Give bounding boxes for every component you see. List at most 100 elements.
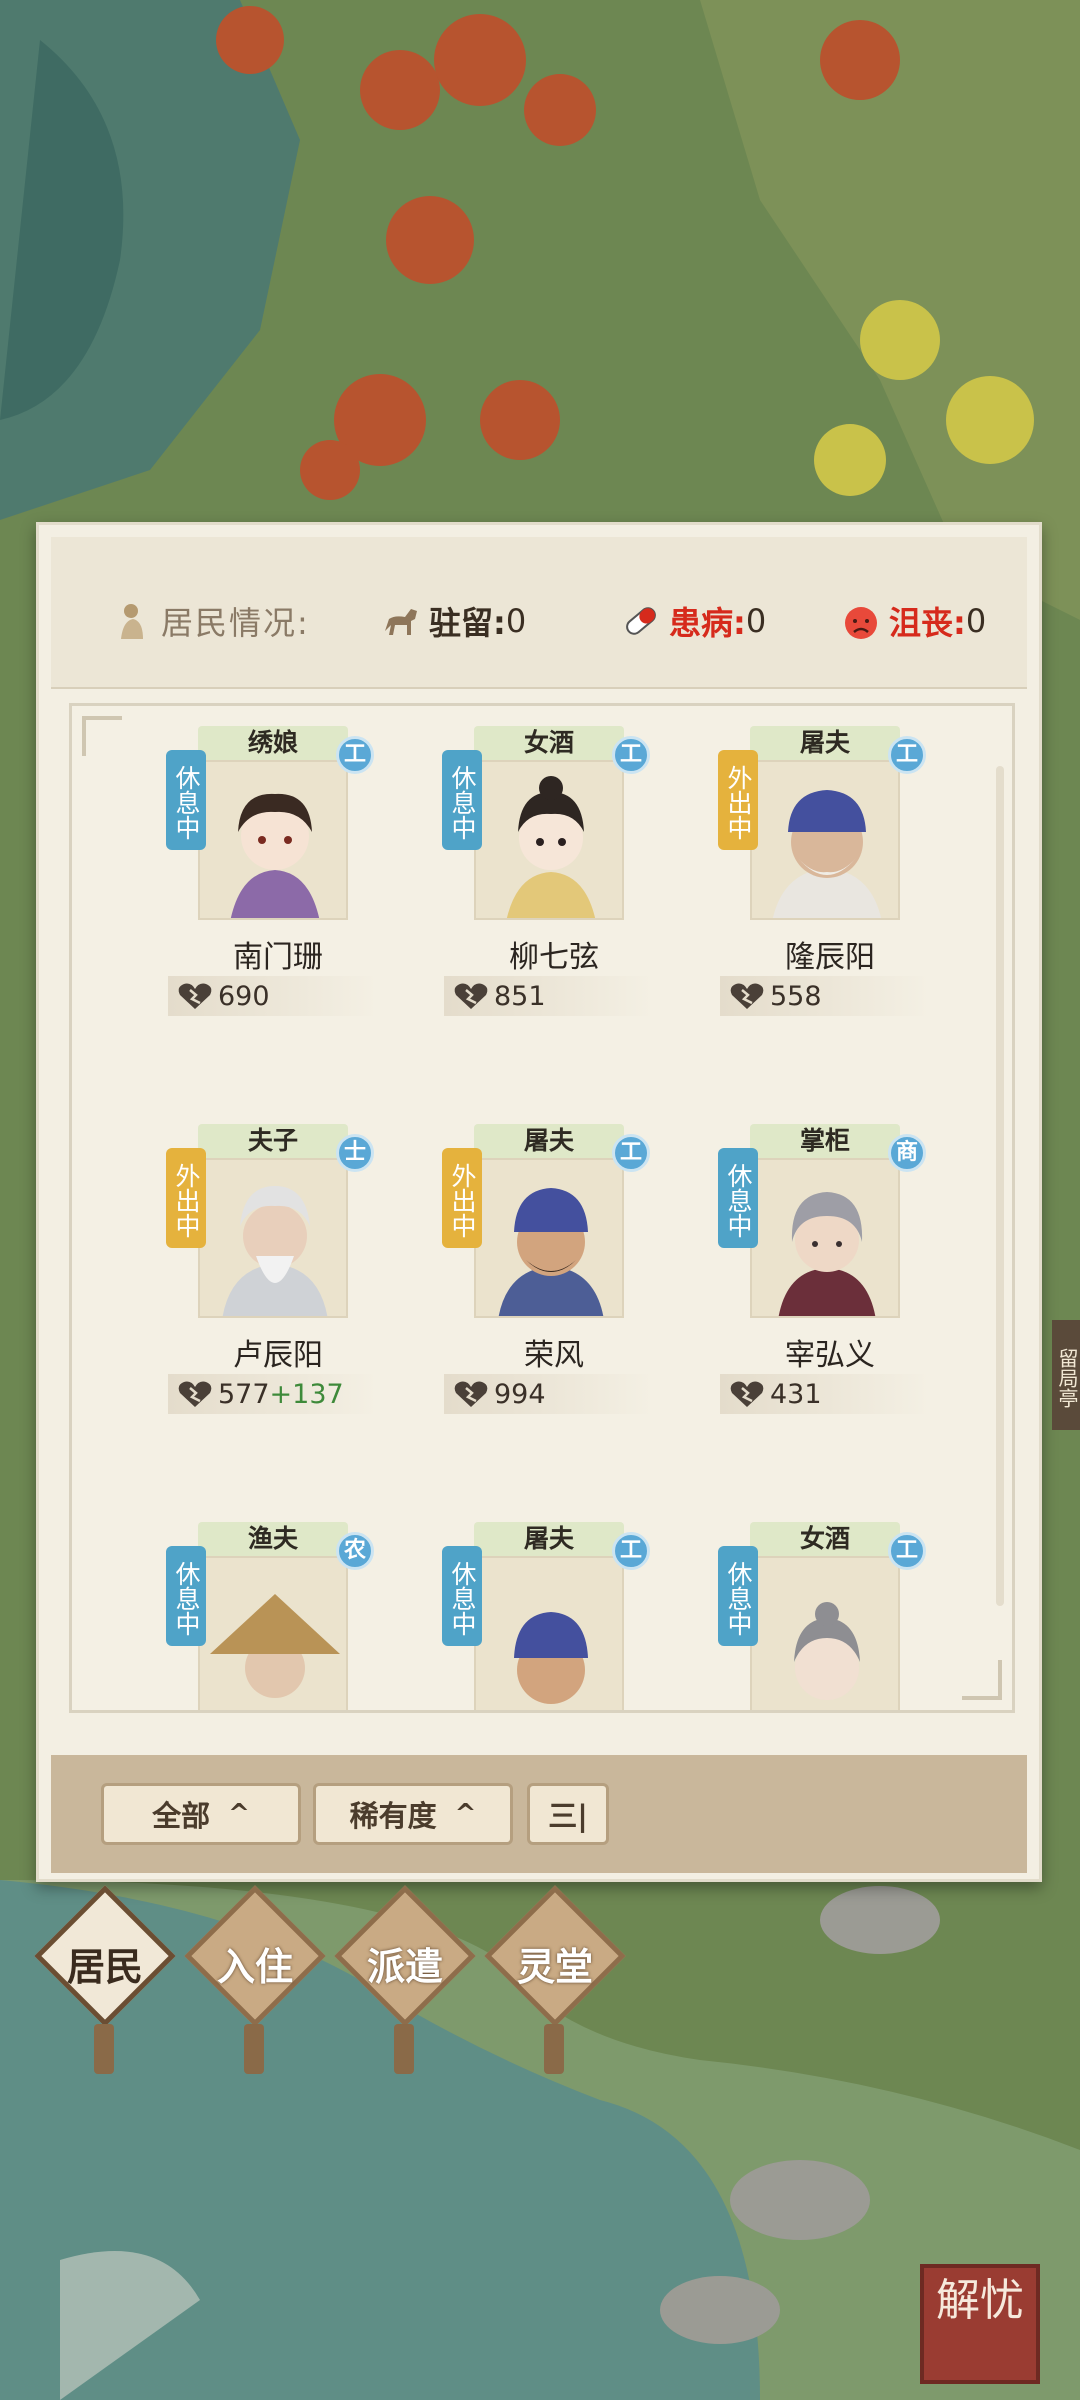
resident-favor: 431 — [720, 1374, 930, 1414]
resident-role: 女酒 — [474, 726, 624, 760]
corner-ornament — [962, 1660, 1002, 1700]
resident-status-tag: 休息中 — [166, 750, 206, 850]
resident-status-tag: 休息中 — [718, 1546, 758, 1646]
resident-status-tag: 休息中 — [442, 750, 482, 850]
class-badge: 工 — [888, 736, 926, 774]
favor-value: 558 — [770, 980, 822, 1012]
tab-label: 灵堂 — [516, 1945, 593, 1989]
corner-ornament — [82, 716, 122, 756]
residents-status-label: 居民情况: — [161, 604, 310, 642]
resident-card[interactable]: 女酒 休息中 工 柳七弦 851 — [442, 726, 654, 1046]
class-badge: 工 — [612, 1532, 650, 1570]
resident-card[interactable]: 绣娘 休息中 工 南门珊 690 — [166, 726, 378, 1046]
resident-card[interactable]: 屠夫 外出中 工 隆辰阳 558 — [718, 726, 930, 1046]
scrollbar[interactable] — [996, 766, 1004, 1606]
heart-icon — [178, 1381, 212, 1407]
stationed-label: 驻留: — [429, 604, 506, 642]
favor-value: 690 — [218, 980, 270, 1012]
chevron-up-icon: ^ — [454, 1799, 477, 1829]
favor-bonus: +137 — [269, 1378, 344, 1410]
residents-panel: 居民情况: 驻留: 0 患病: 0 沮丧: 0 绣娘 休息中 工 南门珊 690… — [36, 522, 1042, 1882]
resident-role: 绣娘 — [198, 726, 348, 760]
favor-value: 851 — [494, 980, 546, 1012]
heart-icon — [454, 983, 488, 1009]
favor-value: 577 — [218, 1378, 270, 1410]
resident-grid[interactable]: 绣娘 休息中 工 南门珊 690 女酒 休息中 工 柳七弦 851 屠夫 外出中… — [69, 703, 1015, 1713]
resident-status-tag: 外出中 — [442, 1148, 482, 1248]
sort-order-button[interactable]: 三| — [527, 1783, 609, 1845]
tab-dispatch[interactable]: 派遣 — [330, 1885, 480, 2086]
class-badge: 商 — [888, 1134, 926, 1172]
tab-label: 居民 — [66, 1945, 143, 1989]
filter-toolbar: 全部 ^ 稀有度 ^ 三| — [51, 1755, 1027, 1873]
resident-card[interactable]: 渔夫 休息中 农 — [166, 1522, 374, 1710]
resident-portrait — [474, 1556, 624, 1710]
resident-status-tag: 外出中 — [718, 750, 758, 850]
resident-portrait — [474, 760, 624, 920]
depressed-value: 0 — [965, 602, 987, 640]
resident-name: 隆辰阳 — [785, 940, 875, 975]
heart-icon — [178, 983, 212, 1009]
favor-value: 431 — [770, 1378, 822, 1410]
class-badge: 工 — [336, 736, 374, 774]
resident-name: 荣风 — [524, 1338, 584, 1373]
depressed-status: 沮丧: 0 — [841, 599, 986, 643]
resident-card[interactable]: 屠夫 外出中 工 荣风 994 — [442, 1124, 654, 1444]
sort-icon: 三| — [548, 1799, 588, 1833]
filter-rarity-label: 稀有度 — [349, 1799, 437, 1833]
sick-label: 患病: — [669, 604, 746, 642]
jieyou-seal-button[interactable]: 解忧 — [920, 2264, 1040, 2384]
favor-value: 994 — [494, 1378, 546, 1410]
depressed-label: 沮丧: — [889, 604, 966, 642]
tab-residents[interactable]: 居民 — [30, 1885, 180, 2086]
tab-check-in[interactable]: 入住 — [180, 1885, 330, 2086]
resident-favor: 558 — [720, 976, 930, 1016]
resident-status-tag: 外出中 — [166, 1148, 206, 1248]
horse-icon — [385, 609, 417, 635]
filter-rarity-button[interactable]: 稀有度 ^ — [313, 1783, 513, 1845]
class-badge: 工 — [888, 1532, 926, 1570]
tab-label: 入住 — [216, 1945, 293, 1989]
person-icon — [121, 604, 143, 639]
class-badge: 工 — [612, 1134, 650, 1172]
resident-status-tag: 休息中 — [718, 1148, 758, 1248]
tab-tassel — [244, 2024, 264, 2074]
resident-portrait — [198, 1556, 348, 1710]
resident-card[interactable]: 屠夫 休息中 工 — [442, 1522, 650, 1710]
resident-role: 渔夫 — [198, 1522, 348, 1556]
resident-portrait — [750, 1158, 900, 1318]
resident-card[interactable]: 掌柜 休息中 商 宰弘义 431 — [718, 1124, 930, 1444]
class-badge: 士 — [336, 1134, 374, 1172]
resident-role: 掌柜 — [750, 1124, 900, 1158]
resident-portrait — [198, 1158, 348, 1318]
chevron-up-icon: ^ — [228, 1799, 250, 1829]
resident-role: 屠夫 — [474, 1124, 624, 1158]
resident-name: 柳七弦 — [509, 940, 599, 975]
tab-tassel — [394, 2024, 414, 2074]
resident-portrait — [750, 1556, 900, 1710]
class-badge: 农 — [336, 1532, 374, 1570]
stationed-value: 0 — [505, 602, 527, 640]
resident-favor: 851 — [444, 976, 654, 1016]
sad-face-icon — [845, 607, 877, 639]
stationed-status: 驻留: 0 — [381, 599, 526, 643]
heart-icon — [730, 1381, 764, 1407]
resident-name: 卢辰阳 — [233, 1338, 323, 1373]
map-location-sign[interactable]: 留局亭 — [1052, 1320, 1080, 1430]
resident-role: 屠夫 — [750, 726, 900, 760]
resident-favor: 994 — [444, 1374, 654, 1414]
residents-status: 居民情况: — [113, 599, 310, 643]
resident-name: 南门珊 — [233, 940, 323, 975]
resident-status-tag: 休息中 — [166, 1546, 206, 1646]
sick-status: 患病: 0 — [621, 599, 766, 643]
status-header: 居民情况: 驻留: 0 患病: 0 沮丧: 0 — [51, 537, 1027, 689]
filter-all-button[interactable]: 全部 ^ — [101, 1783, 301, 1845]
resident-card[interactable]: 女酒 休息中 工 — [718, 1522, 926, 1710]
class-badge: 工 — [612, 736, 650, 774]
resident-card[interactable]: 夫子 外出中 士 卢辰阳 577 +137 — [166, 1124, 378, 1444]
pill-icon — [626, 607, 656, 635]
resident-name: 宰弘义 — [785, 1338, 875, 1373]
tab-tassel — [94, 2024, 114, 2074]
tab-memorial-hall[interactable]: 灵堂 — [480, 1885, 630, 2086]
resident-favor: 690 — [168, 976, 378, 1016]
